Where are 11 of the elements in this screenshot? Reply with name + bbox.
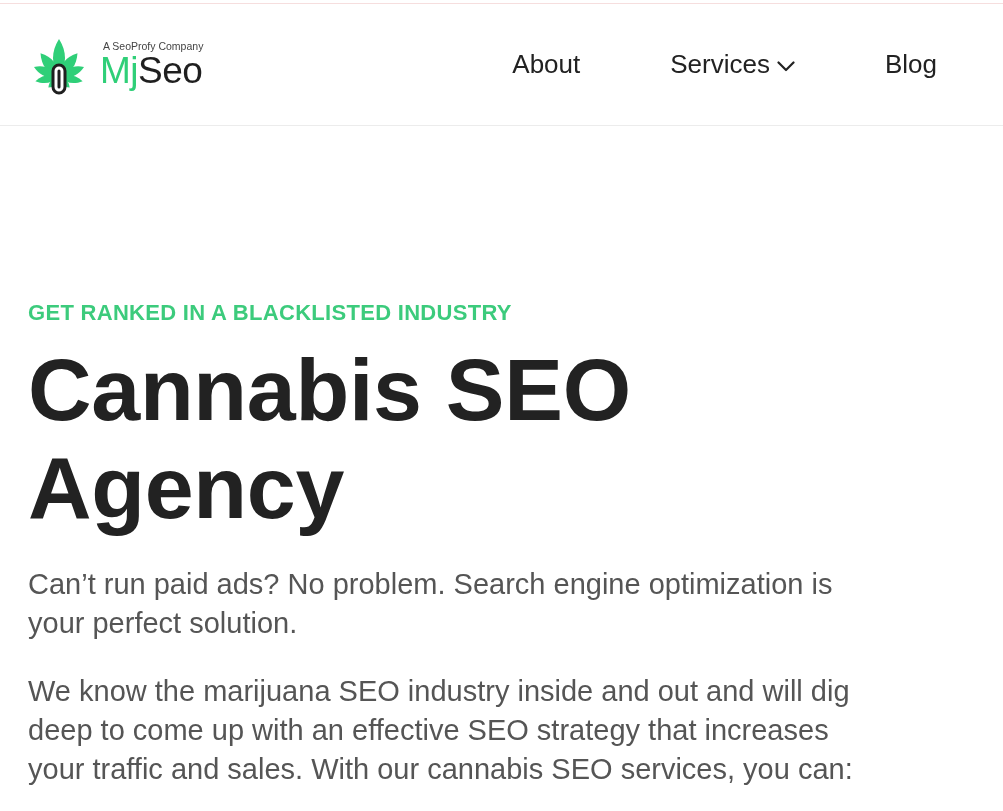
eyebrow-text: GET RANKED IN A BLACKLISTED INDUSTRY: [28, 299, 512, 327]
logo-wordmark: MjSeo: [100, 52, 203, 89]
hero-title: Cannabis SEO Agency: [28, 341, 632, 537]
body-paragraph: We know the marijuana SEO industry inside and out and will dig deep to come up with an effective SEO strategy that increases your traffic and sales. With our cannabis SEO services, you can:: [28, 674, 854, 787]
nav-link[interactable]: About: [512, 45, 581, 84]
body-paragraph: Can’t run paid ads? No problem. Search engine optimization is your perfect solution.: [28, 567, 834, 641]
site-logo[interactable]: A SeoProfy Company MjSeo: [29, 36, 204, 97]
logo-tagline: A SeoProfy Company: [103, 40, 204, 52]
chevron-down-icon: [776, 61, 795, 72]
nav-link[interactable]: Blog: [884, 45, 937, 84]
nav-dropdown[interactable]: Services: [670, 45, 795, 84]
